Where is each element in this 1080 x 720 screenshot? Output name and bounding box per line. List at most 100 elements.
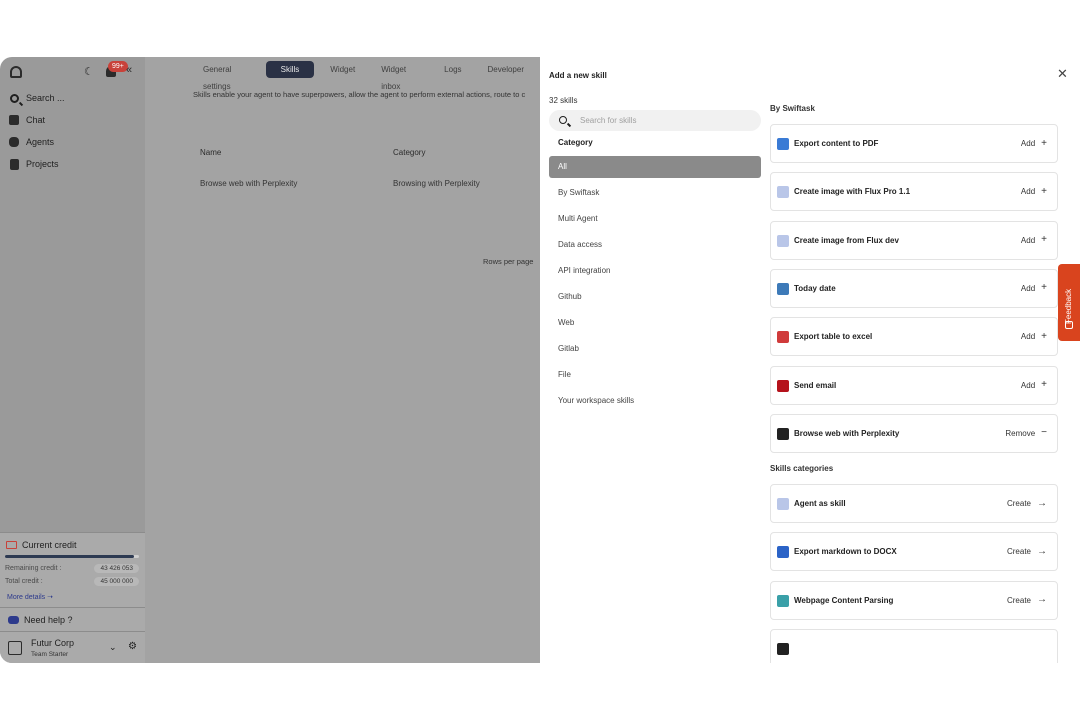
minus-icon: − — [1041, 427, 1047, 439]
add-skill-button[interactable]: Add + — [1021, 330, 1047, 342]
feedback-label: Feedback — [1064, 288, 1073, 324]
section-title-skills-categories: Skills categories — [770, 464, 834, 473]
skill-card: Webpage Content Parsing Create → — [770, 580, 1058, 620]
skill-action-label: Add — [1020, 380, 1036, 390]
add-skill-button[interactable]: Add + — [1021, 185, 1047, 197]
plus-icon: + — [1041, 137, 1047, 149]
tab-logs[interactable]: Logs — [434, 61, 471, 78]
close-icon[interactable]: ✕ — [1057, 66, 1068, 82]
more-details-label: More details — [7, 594, 46, 601]
add-skill-button[interactable]: Add + — [1020, 137, 1047, 149]
plus-icon: + — [1041, 234, 1047, 246]
column-header-category[interactable]: Category — [393, 148, 425, 157]
arrow-right-icon: ➝ — [47, 594, 53, 601]
category-item-data-access[interactable]: Data access — [549, 234, 761, 256]
remaining-credit-label: Remaining credit : — [5, 565, 62, 572]
skill-card: Agent as skill Create → — [770, 484, 1058, 523]
skill-name: Create image with Flux Pro 1.1 — [794, 187, 911, 197]
projects-icon — [8, 158, 20, 170]
category-item-by-swiftask[interactable]: By Swiftask — [549, 182, 761, 204]
credit-title-label: Current credit — [22, 540, 77, 550]
add-skill-button[interactable]: Add + — [1020, 234, 1047, 246]
create-skill-button[interactable]: Create → — [1007, 498, 1047, 508]
tab-skills[interactable]: Skills — [265, 61, 315, 78]
category-item-multi-agent[interactable]: Multi Agent — [549, 208, 761, 230]
sidebar-item-agents[interactable]: Agents — [0, 131, 145, 153]
skills-count: 32 skills — [549, 96, 578, 105]
category-item-api-integration[interactable]: API integration — [549, 260, 761, 282]
plus-icon: + — [1041, 282, 1047, 294]
plus-icon: + — [1041, 185, 1047, 197]
skill-action-label: Add — [1020, 235, 1036, 245]
category-item-workspace-skills[interactable]: Your workspace skills — [549, 390, 761, 412]
category-item-github[interactable]: Github — [549, 286, 761, 308]
chevron-down-icon[interactable]: ⌄ — [109, 642, 117, 653]
table-cell-name: Browse web with Perplexity — [200, 179, 298, 188]
skill-action-label: Add — [1020, 283, 1036, 293]
plus-icon: + — [1041, 330, 1047, 342]
skill-card: Send email Add + — [770, 365, 1058, 405]
chat-icon — [8, 114, 20, 126]
create-skill-button[interactable]: Create → — [1007, 594, 1047, 606]
category-item-gitlab[interactable]: Gitlab — [549, 338, 761, 360]
plus-icon: + — [1041, 379, 1047, 390]
search-icon — [559, 116, 567, 124]
drawer-title: Add a new skill — [549, 71, 607, 80]
collapse-icon[interactable]: « — [126, 64, 132, 76]
sidebar-item-search[interactable]: Search ... — [0, 87, 145, 109]
credit-card-icon — [6, 541, 17, 549]
perplexity-icon — [777, 427, 789, 440]
category-item-web[interactable]: Web — [549, 312, 761, 334]
feedback-tab[interactable]: Feedback — [1058, 264, 1080, 341]
skill-action-label: Add — [1020, 139, 1036, 148]
create-skill-button[interactable]: Create → — [1006, 545, 1047, 557]
need-help-button[interactable]: Need help ? — [0, 607, 145, 631]
org-switcher[interactable]: Futur Corp Team Starter ⌄ ⚙ — [0, 631, 145, 663]
sidebar: ☾ 99+ « Search ... Chat Agents Projects — [0, 57, 145, 663]
skills-description: Skills enable your agent to have superpo… — [193, 90, 526, 99]
tab-general-settings[interactable]: General settings — [193, 61, 260, 91]
docx-icon — [777, 546, 789, 559]
remaining-credit-value: 43 426 053 — [94, 564, 139, 573]
skill-card: Create image with Flux Pro 1.1 Add + — [770, 172, 1058, 212]
skill-name: Webpage Content Parsing — [794, 595, 894, 605]
skill-name: Today date — [794, 283, 836, 293]
sidebar-header: ☾ 99+ « — [0, 57, 145, 87]
remove-skill-button[interactable]: Remove − — [1005, 427, 1047, 439]
category-item-file[interactable]: File — [549, 364, 761, 386]
category-list: All By Swiftask Multi Agent Data access … — [549, 156, 761, 416]
gear-icon[interactable]: ⚙ — [128, 641, 137, 652]
credit-panel: Current credit Remaining credit : 43 426… — [0, 532, 145, 607]
logo-icon[interactable] — [10, 66, 22, 78]
column-header-name[interactable]: Name — [200, 148, 221, 157]
sidebar-item-label: Projects — [26, 159, 59, 169]
remaining-credit-row: Remaining credit : 43 426 053 — [5, 564, 139, 573]
skill-search — [549, 110, 761, 131]
tab-developer[interactable]: Developer — [478, 61, 534, 78]
flux-icon — [777, 186, 789, 199]
sidebar-item-chat[interactable]: Chat — [0, 109, 145, 131]
sidebar-item-projects[interactable]: Projects — [0, 153, 145, 175]
add-skill-button[interactable]: Add + — [1020, 379, 1047, 390]
skill-search-input[interactable] — [580, 113, 750, 128]
credit-progress-fill — [5, 555, 135, 558]
pdf-icon — [777, 138, 789, 150]
skill-name: Browse web with Perplexity — [794, 428, 900, 438]
skill-action-label: Create — [1006, 547, 1031, 557]
skill-name: Export markdown to DOCX — [794, 547, 897, 557]
arrow-right-icon: → — [1037, 594, 1047, 606]
rows-per-page-label: Rows per page — [483, 257, 534, 266]
agents-icon — [8, 136, 20, 148]
skill-card: Create image from Flux dev Add + — [770, 220, 1058, 260]
arrow-right-icon: → — [1037, 545, 1047, 557]
category-item-all[interactable]: All — [549, 156, 761, 178]
add-skill-button[interactable]: Add + — [1020, 282, 1047, 294]
category-title: Category — [558, 138, 593, 147]
more-details-link[interactable]: More details ➝ — [7, 593, 53, 601]
dark-mode-icon[interactable]: ☾ — [84, 65, 94, 78]
skill-name: Agent as skill — [794, 499, 846, 508]
skill-name: Create image from Flux dev — [794, 235, 899, 245]
tab-widget-inbox[interactable]: Widget inbox — [371, 61, 428, 91]
notification-badge: 99+ — [108, 61, 128, 72]
tab-widget[interactable]: Widget — [320, 61, 365, 78]
